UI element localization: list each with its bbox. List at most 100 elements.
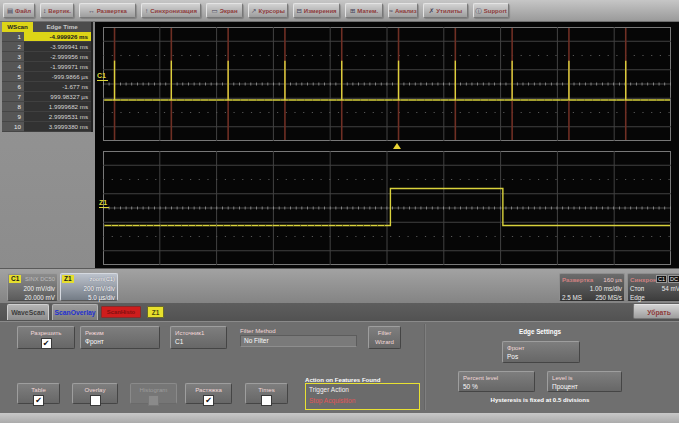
row-index: 6 xyxy=(2,82,24,92)
timebase-samples: 2.5 MS xyxy=(562,294,582,301)
menu-button-3[interactable]: ↔Развертка xyxy=(79,3,136,18)
source-dropdown[interactable]: Источник1 C1 xyxy=(170,326,227,349)
edge-time-value: -1.999971 ms xyxy=(24,62,91,72)
timebase-delay: 160 µs xyxy=(603,276,622,283)
row-index: 5 xyxy=(2,72,24,82)
menu-button-11[interactable]: ⓘSupport xyxy=(473,3,509,18)
trigger-coupling-badge: DC xyxy=(668,275,679,283)
row-index: 3 xyxy=(2,52,24,62)
table-row[interactable]: 103.9999380 ms xyxy=(2,122,91,132)
menu-button-4[interactable]: ↑Синхронизация xyxy=(141,3,201,18)
trigger-descriptor[interactable]: Синхрон C1DC Стоп 54 mV Edge xyxy=(627,273,679,301)
trigger-action-value: Stop Acquisition xyxy=(309,397,355,404)
enable-checkbox-group[interactable]: Разрешить ✔ xyxy=(17,326,75,349)
menu-button-10[interactable]: ✗Утилиты xyxy=(423,3,468,18)
edge-time-value: -1.677 ns xyxy=(24,82,91,92)
timebase-descriptor[interactable]: Развертка 160 µs 1.00 ms/div 2.5 MS 250 … xyxy=(559,273,625,301)
trigger-position-marker[interactable] xyxy=(393,143,401,149)
percent-level-label: Percent level xyxy=(463,374,498,381)
tab-wavescan[interactable]: WaveScan xyxy=(7,304,49,320)
menu-button-6[interactable]: ↗Курсоры xyxy=(248,3,288,18)
trigger-source-badge: C1 xyxy=(656,275,667,283)
checkbox[interactable] xyxy=(90,395,101,406)
analysis-icon: ≈ xyxy=(389,7,393,14)
menu-button-label: Экран xyxy=(220,8,238,14)
trigger-icon: ↑ xyxy=(145,7,148,14)
percent-level-field[interactable]: Percent level 50 % xyxy=(458,371,535,392)
checkbox[interactable]: ✔ xyxy=(33,395,44,406)
table-row[interactable]: 81.9999682 ms xyxy=(2,102,91,112)
menu-button-label: Вертик. xyxy=(48,8,71,14)
checkbox-group-table[interactable]: Table✔ xyxy=(17,383,60,404)
menu-button-1[interactable]: ▤Файл xyxy=(3,3,35,18)
enable-label: Разрешить xyxy=(18,329,74,336)
source-label: Источник1 xyxy=(175,329,204,336)
trace-label-z1[interactable]: Z1 xyxy=(99,199,109,208)
menu-button-2[interactable]: ↕Вертик. xyxy=(40,3,74,18)
menu-button-5[interactable]: ▭Экран xyxy=(206,3,243,18)
trigger-kind: Edge xyxy=(630,294,645,301)
edge-time-value: -2.999956 ms xyxy=(24,52,91,62)
table-row[interactable]: 5-999.9866 µs xyxy=(2,72,91,82)
descriptor-strip: C1 SINX DC50 200 mV/div 20.000 mV Z1 zoo… xyxy=(0,268,679,305)
table-header: WScan Edge Time xyxy=(2,22,91,32)
edge-time-value: 3.9999380 ms xyxy=(24,122,91,132)
level-is-dropdown[interactable]: Level is Процент xyxy=(547,371,622,392)
menu-button-9[interactable]: ≈Анализ xyxy=(388,3,418,18)
waveform-area: C1 Z1 xyxy=(95,22,679,268)
table-row[interactable]: 1-4.999926 ms xyxy=(2,32,91,42)
trigger-mode: Стоп xyxy=(630,285,644,292)
measure-icon: ⊟ xyxy=(296,7,301,14)
edge-time-value: 1.9999682 ms xyxy=(24,102,91,112)
tab-scanhisto[interactable]: ScanHisto xyxy=(101,306,141,318)
c1-vscale: 200 mV/div xyxy=(24,285,56,292)
slope-dropdown[interactable]: Фронт Pos xyxy=(502,341,580,363)
table-row[interactable]: 4-1.999971 ms xyxy=(2,62,91,72)
vertical-icon: ↕ xyxy=(43,7,46,14)
menu-button-8[interactable]: ⊞Матем. xyxy=(345,3,383,18)
filter-wizard-button[interactable]: Filter Wizard xyxy=(368,326,401,349)
table-row[interactable]: 92.9999531 ms xyxy=(2,112,91,122)
menu-button-label: Измерения xyxy=(304,8,337,14)
tab-z1[interactable]: Z1 xyxy=(147,306,164,318)
table-row[interactable]: 3-2.999956 ms xyxy=(2,52,91,62)
close-dialog-button[interactable]: Убрать xyxy=(633,304,679,319)
dialog-body: Разрешить ✔ Режим Фронт Источник1 C1 Fil… xyxy=(0,321,679,413)
c1-offset: 20.000 mV xyxy=(25,294,55,301)
c1-tag: C1 xyxy=(9,275,21,283)
timebase-rate: 250 MS/s xyxy=(595,294,622,301)
checkbox-group-overlay[interactable]: Overlay xyxy=(72,383,118,404)
checkbox[interactable]: ✔ xyxy=(203,395,214,406)
checkbox-group-растяжка[interactable]: Растяжка✔ xyxy=(185,383,232,404)
channel-descriptor-c1[interactable]: C1 SINX DC50 200 mV/div 20.000 mV xyxy=(7,273,58,301)
edge-time-value: -3.999941 ms xyxy=(24,42,91,52)
edge-time-value: -4.999926 ms xyxy=(24,32,91,42)
menu-button-7[interactable]: ⊟Измерения xyxy=(293,3,340,18)
table-row[interactable]: 6-1.677 ns xyxy=(2,82,91,92)
table-row[interactable]: 7999.98327 µs xyxy=(2,92,91,102)
cursors-icon: ↗ xyxy=(251,7,256,14)
row-index: 1 xyxy=(2,32,24,42)
level-is-value: Процент xyxy=(552,383,578,390)
trace-label-c1[interactable]: C1 xyxy=(97,72,108,81)
grid-c1[interactable] xyxy=(103,27,671,141)
row-index: 2 xyxy=(2,42,24,52)
enable-checkbox[interactable]: ✔ xyxy=(41,338,52,349)
trace-descriptor-z1[interactable]: Z1 zoom(C1) 200 mV/div 5.0 µs/div xyxy=(60,273,118,301)
grid-z1[interactable] xyxy=(103,151,671,265)
filter-method-dropdown[interactable]: No Filter xyxy=(240,335,357,347)
timebase-icon: ↔ xyxy=(88,7,95,14)
source-value: C1 xyxy=(175,338,183,345)
menu-button-label: Курсоры xyxy=(259,8,285,14)
table-row[interactable]: 2-3.999941 ms xyxy=(2,42,91,52)
section-divider xyxy=(424,324,426,410)
wavescan-table: WScan Edge Time 1-4.999926 ms2-3.999941 … xyxy=(2,22,93,132)
oscilloscope-app: ▤Файл ↕Вертик. ↔Развертка ↑Синхронизация ▭Эк… xyxy=(0,0,679,423)
checkbox-group-times[interactable]: Times xyxy=(245,383,288,404)
trigger-action-dropdown[interactable]: Trigger Action Stop Acquisition xyxy=(305,383,420,410)
checkbox[interactable] xyxy=(261,395,272,406)
tab-scanoverlay[interactable]: ScanOverlay xyxy=(52,304,98,320)
mode-dropdown[interactable]: Режим Фронт xyxy=(80,326,160,349)
display-icon: ▭ xyxy=(211,7,217,14)
support-icon: ⓘ xyxy=(475,7,482,14)
